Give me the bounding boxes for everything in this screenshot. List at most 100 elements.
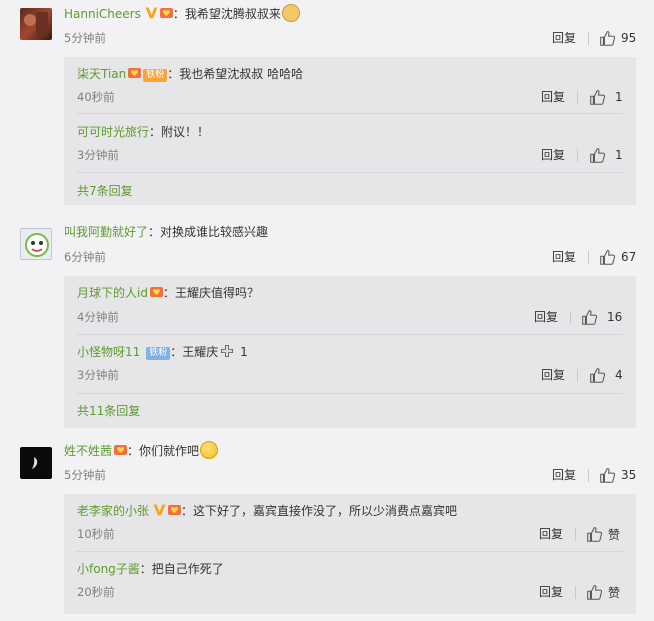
divider	[588, 251, 589, 264]
reply-button[interactable]: 回复	[534, 308, 558, 326]
thumb-up-icon	[586, 526, 603, 543]
like-count: 1	[615, 148, 623, 162]
more-replies-link[interactable]: 共11条回复	[77, 402, 140, 420]
avatar[interactable]	[20, 447, 52, 479]
username[interactable]: 小fong子酱	[77, 562, 140, 576]
reply-list: 月球下的人id ：王耀庆值得吗？ 4分钟前 回复 16 小怪物呀11 铁粉 ：王耀庆 …	[64, 276, 636, 428]
reply-text: ：附议！！	[149, 125, 210, 139]
reply-list: 老李家的小张 ：这下好了，嘉宾直接作没了，所以少消费点嘉宾吧 10秒前 回复 赞 …	[64, 494, 636, 614]
timestamp: 5分钟前	[64, 31, 106, 45]
like-button[interactable]: 赞	[586, 583, 620, 601]
divider	[577, 149, 578, 162]
verified-v-icon	[153, 504, 166, 516]
timestamp: 5分钟前	[64, 468, 106, 482]
like-count: 赞	[608, 527, 621, 542]
reply-text: ：这下好了，嘉宾直接作没了，所以少消费点嘉宾吧	[181, 504, 458, 518]
more-replies-link[interactable]: 共7条回复	[77, 182, 133, 200]
username[interactable]: 小怪物呀11	[77, 345, 140, 359]
like-count: 16	[607, 310, 623, 324]
like-button[interactable]: 4	[589, 366, 623, 384]
divider	[575, 586, 576, 599]
reply-button[interactable]: 回复	[541, 366, 565, 384]
avatar[interactable]	[20, 228, 52, 260]
username[interactable]: 叫我阿勤就好了	[64, 225, 148, 239]
thumb-up-icon	[589, 367, 606, 384]
like-button[interactable]: 67	[599, 248, 636, 266]
divider	[588, 469, 589, 482]
timestamp: 3分钟前	[77, 368, 119, 382]
reply-text: ：把自己作死了	[139, 562, 224, 576]
timestamp: 3分钟前	[77, 148, 119, 162]
like-button[interactable]: 1	[589, 88, 623, 106]
like-count: 赞	[608, 585, 621, 600]
divider	[77, 551, 623, 552]
smile-emoji-icon	[200, 441, 219, 459]
username[interactable]: 可可时光旅行	[77, 125, 149, 139]
fan-badge-icon	[128, 67, 141, 79]
reply-button[interactable]: 回复	[552, 29, 576, 47]
comment-item: 叫我阿勤就好了：对换成谁比较感兴趣 6分钟前 回复 67 月球下的人id ：王耀庆…	[0, 218, 654, 433]
comment-text: ：我希望沈腾叔叔来	[172, 7, 281, 21]
reply-button[interactable]: 回复	[541, 88, 565, 106]
fan-badge-icon	[150, 286, 163, 298]
username[interactable]: 姓不姓茜	[64, 444, 112, 458]
like-count: 1	[615, 90, 623, 104]
divider	[575, 528, 576, 541]
plus-icon	[221, 345, 234, 357]
verified-v-icon	[145, 7, 158, 19]
thumb-up-icon	[589, 89, 606, 106]
tiefen-badge: 铁粉	[146, 347, 171, 360]
like-count: 4	[615, 368, 623, 382]
reply-button[interactable]: 回复	[552, 248, 576, 266]
like-count: 95	[621, 31, 637, 45]
timestamp: 20秒前	[77, 585, 115, 599]
divider	[77, 113, 623, 114]
like-button[interactable]: 95	[599, 29, 636, 47]
thumb-up-icon	[599, 30, 616, 47]
reply-text: ：王耀庆值得吗？	[162, 286, 259, 300]
divider	[570, 311, 571, 324]
divider	[588, 32, 589, 45]
timestamp: 4分钟前	[77, 310, 119, 324]
thumb-up-icon	[589, 147, 606, 164]
username[interactable]: 月球下的人id	[77, 286, 148, 300]
avatar[interactable]	[20, 8, 52, 40]
fan-badge-icon	[168, 504, 181, 516]
username[interactable]: 老李家的小张	[77, 504, 149, 518]
timestamp: 40秒前	[77, 90, 115, 104]
like-button[interactable]: 16	[581, 308, 622, 326]
like-count: 67	[621, 250, 637, 264]
comment-text: ：你们就作吧	[127, 444, 200, 458]
like-button[interactable]: 赞	[586, 525, 620, 543]
divider	[577, 91, 578, 104]
divider	[577, 369, 578, 382]
like-button[interactable]: 1	[589, 146, 623, 164]
thumb-up-icon	[599, 467, 616, 484]
timestamp: 10秒前	[77, 527, 115, 541]
reply-text: ：王耀庆	[170, 345, 219, 359]
thumb-up-icon	[586, 584, 603, 601]
thumb-up-icon	[581, 309, 598, 326]
like-count: 35	[621, 468, 637, 482]
reply-button[interactable]: 回复	[552, 466, 576, 484]
reply-button[interactable]: 回复	[541, 146, 565, 164]
divider	[77, 334, 623, 335]
reply-list: 柒天Tian 铁粉 ：我也希望沈叔叔 哈哈哈 40秒前 回复 1 可可时光旅行：附议…	[64, 57, 636, 205]
divider	[77, 393, 623, 394]
divider	[77, 172, 623, 173]
username[interactable]: HanniCheers	[64, 7, 141, 21]
reply-text: ：我也希望沈叔叔 哈哈哈	[167, 67, 304, 81]
reply-text-suffix: 1	[236, 345, 248, 359]
fan-badge-icon	[160, 7, 173, 19]
tiefen-badge: 铁粉	[143, 69, 168, 82]
comment-item: HanniCheers ：我希望沈腾叔叔来 5分钟前 回复 95 柒天Tian 铁粉…	[0, 0, 654, 215]
comment-text: ：对换成谁比较感兴趣	[148, 225, 269, 239]
username[interactable]: 柒天Tian	[77, 67, 126, 81]
reply-button[interactable]: 回复	[539, 525, 563, 543]
reply-button[interactable]: 回复	[539, 583, 563, 601]
like-button[interactable]: 35	[599, 466, 636, 484]
comment-item: 姓不姓茜 ：你们就作吧 5分钟前 回复 35 老李家的小张 ：这下好了，嘉宾直接作没…	[0, 436, 654, 621]
doge-emoji-icon	[281, 4, 300, 22]
thumb-up-icon	[599, 249, 616, 266]
timestamp: 6分钟前	[64, 250, 106, 264]
